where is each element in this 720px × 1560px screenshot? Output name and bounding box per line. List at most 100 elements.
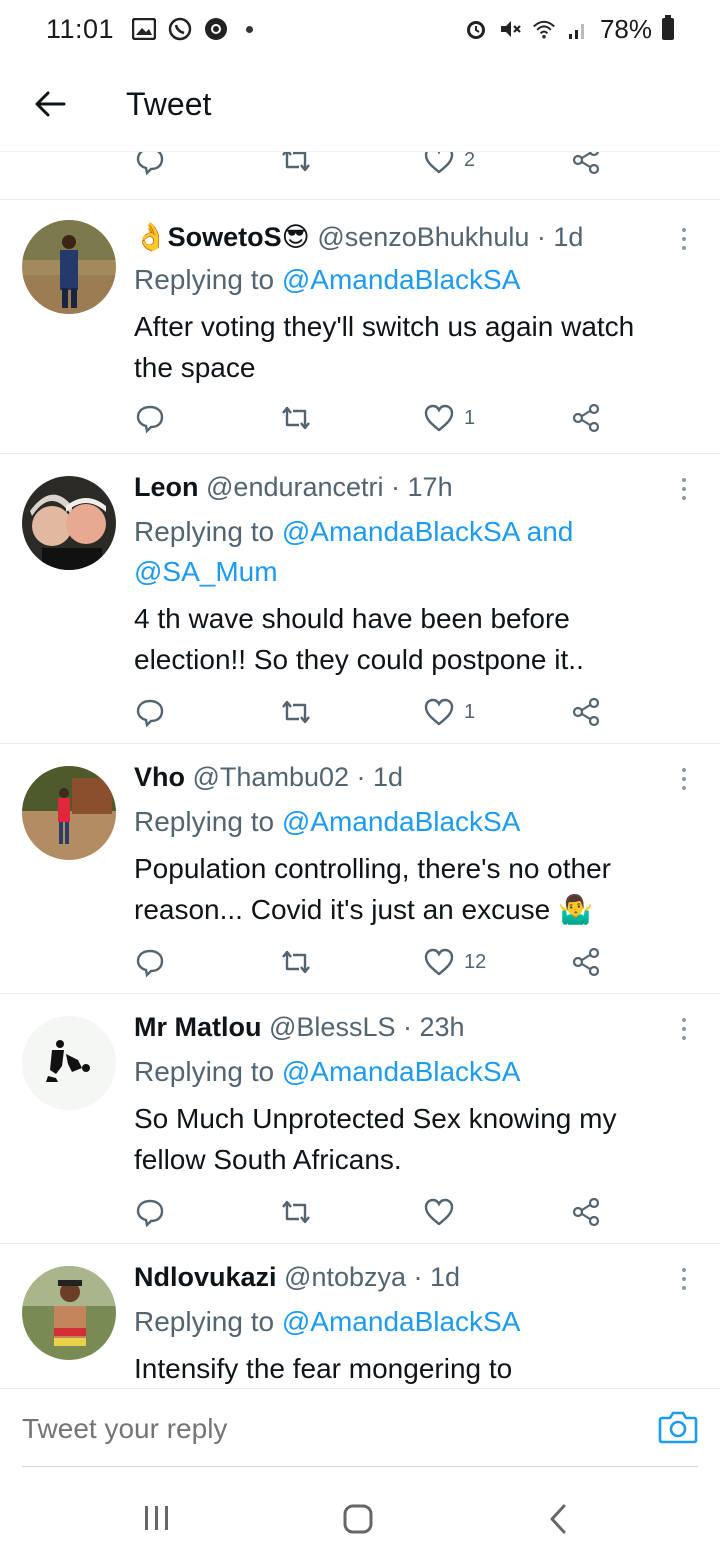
retweet-icon bbox=[282, 950, 310, 974]
tweet-header: 👌SowetoS😎 @senzoBhukhulu · 1d bbox=[134, 220, 583, 254]
reply-button[interactable] bbox=[134, 152, 166, 180]
reply-handle-link[interactable]: @AmandaBlackSA bbox=[282, 264, 521, 295]
tweet-text-line: fellow South Africans. bbox=[134, 1144, 402, 1175]
heart-icon bbox=[424, 948, 454, 976]
replying-to-line2: @SA_Mum bbox=[134, 552, 278, 592]
back-nav-button[interactable] bbox=[548, 1504, 568, 1539]
status-left: 11:01 bbox=[46, 14, 254, 45]
share-icon bbox=[572, 947, 600, 977]
chrome-icon bbox=[204, 17, 228, 41]
like-button[interactable]: 2 bbox=[424, 152, 475, 180]
display-name[interactable]: SowetoS😎 bbox=[168, 222, 310, 252]
tweet-header: Vho @Thambu02 · 1d bbox=[134, 760, 403, 794]
reply-handle-link[interactable]: @AmandaBlackSA bbox=[282, 1056, 521, 1087]
more-options-button[interactable] bbox=[674, 1014, 694, 1044]
home-button[interactable] bbox=[342, 1504, 374, 1539]
share-button[interactable] bbox=[572, 692, 602, 732]
tweet-text-line: reason... Covid it's just an excuse 🤷‍♂️ bbox=[134, 894, 593, 925]
tweet-text-line: So Much Unprotected Sex knowing my bbox=[134, 1103, 617, 1134]
like-button[interactable]: 1 bbox=[424, 692, 475, 732]
app-header: Tweet bbox=[0, 58, 720, 152]
retweet-button[interactable] bbox=[279, 692, 313, 732]
replying-to: Replying to @AmandaBlackSA bbox=[134, 1302, 520, 1342]
share-button[interactable] bbox=[572, 942, 602, 982]
tweet-reply[interactable]: Vho @Thambu02 · 1d Replying to @AmandaBl… bbox=[0, 744, 720, 994]
tweet-reply[interactable]: 👌SowetoS😎 @senzoBhukhulu · 1d Replying t… bbox=[0, 200, 720, 454]
user-handle[interactable]: @ntobzya bbox=[284, 1262, 406, 1292]
tweet-text-line: 4 th wave should have been before bbox=[134, 603, 570, 634]
share-icon bbox=[572, 403, 600, 433]
avatar[interactable] bbox=[22, 1266, 116, 1360]
reply-handle-link[interactable]: @AmandaBlackSA and bbox=[282, 516, 573, 547]
user-handle[interactable]: @senzoBhukhulu bbox=[317, 222, 529, 252]
like-count: 1 bbox=[464, 406, 476, 429]
avatar[interactable] bbox=[22, 1016, 116, 1110]
replying-to: Replying to @AmandaBlackSA bbox=[134, 802, 520, 842]
recent-apps-icon bbox=[145, 1506, 168, 1530]
user-handle[interactable]: @BlessLS bbox=[269, 1012, 395, 1042]
tweet-time: · 17h bbox=[391, 472, 453, 502]
replying-to: Replying to @AmandaBlackSA and bbox=[134, 512, 573, 552]
arrow-left-icon bbox=[35, 91, 66, 117]
more-options-button[interactable] bbox=[674, 764, 694, 794]
reply-button[interactable] bbox=[134, 692, 166, 732]
heart-icon bbox=[424, 404, 454, 432]
display-name[interactable]: Leon bbox=[134, 472, 199, 502]
recent-apps-button[interactable] bbox=[142, 1504, 172, 1537]
tweet-time: · 1d bbox=[536, 222, 584, 252]
display-name[interactable]: Mr Matlou bbox=[134, 1012, 262, 1042]
replying-to-label: Replying to bbox=[134, 264, 275, 295]
tweet-reply[interactable]: Leon @endurancetri · 17h Replying to @Am… bbox=[0, 454, 720, 744]
tweet-reply[interactable]: Mr Matlou @BlessLS · 23h Replying to @Am… bbox=[0, 994, 720, 1244]
tweet-feed[interactable]: 2 👌SowetoS😎 @senzoBhukhulu · 1d Replying… bbox=[0, 152, 720, 1388]
reply-handle-link[interactable]: @AmandaBlackSA bbox=[282, 1306, 521, 1337]
display-name[interactable]: Ndlovukazi bbox=[134, 1262, 277, 1292]
reply-button[interactable] bbox=[134, 1192, 166, 1232]
heart-icon bbox=[424, 698, 454, 726]
tweet-text-line: Intensify the fear mongering to bbox=[134, 1353, 513, 1384]
partial-tweet: 2 bbox=[0, 152, 720, 200]
more-options-button[interactable] bbox=[674, 474, 694, 504]
like-count: 12 bbox=[464, 950, 487, 973]
share-button[interactable] bbox=[572, 398, 602, 438]
tweet-text-line: Population controlling, there's no other bbox=[134, 853, 611, 884]
more-options-button[interactable] bbox=[674, 224, 694, 254]
action-row: 1 bbox=[134, 398, 614, 438]
comment-icon bbox=[136, 152, 164, 176]
avatar[interactable] bbox=[22, 476, 116, 570]
back-button[interactable] bbox=[30, 84, 70, 124]
tweet-text: 4 th wave should have been before electi… bbox=[134, 598, 704, 680]
tweet-emoji: 👌 bbox=[134, 222, 168, 252]
avatar[interactable] bbox=[22, 766, 116, 860]
retweet-button[interactable] bbox=[279, 942, 313, 982]
like-button[interactable]: 12 bbox=[424, 942, 486, 982]
reply-input[interactable] bbox=[22, 1413, 582, 1445]
retweet-icon bbox=[282, 700, 310, 724]
heart-icon bbox=[424, 1198, 454, 1226]
user-handle[interactable]: @Thambu02 bbox=[193, 762, 350, 792]
action-row: 12 bbox=[134, 942, 614, 982]
retweet-button[interactable] bbox=[279, 398, 313, 438]
alarm-icon bbox=[464, 17, 488, 41]
home-icon bbox=[343, 1504, 373, 1534]
reply-button[interactable] bbox=[134, 942, 166, 982]
system-nav-bar bbox=[0, 1468, 720, 1560]
tweet-header: Ndlovukazi @ntobzya · 1d bbox=[134, 1260, 460, 1294]
like-button[interactable] bbox=[424, 1192, 464, 1232]
camera-button[interactable] bbox=[658, 1409, 698, 1449]
more-options-button[interactable] bbox=[674, 1264, 694, 1294]
share-button[interactable] bbox=[572, 152, 602, 180]
retweet-button[interactable] bbox=[279, 1192, 313, 1232]
reply-handle-link[interactable]: @SA_Mum bbox=[134, 556, 278, 587]
reply-button[interactable] bbox=[134, 398, 166, 438]
reply-handle-link[interactable]: @AmandaBlackSA bbox=[282, 806, 521, 837]
retweet-button[interactable] bbox=[279, 152, 313, 180]
page-title: Tweet bbox=[126, 86, 212, 122]
display-name[interactable]: Vho bbox=[134, 762, 185, 792]
like-button[interactable]: 1 bbox=[424, 398, 475, 438]
avatar[interactable] bbox=[22, 220, 116, 314]
like-count: 2 bbox=[464, 152, 476, 171]
tweet-reply[interactable]: Ndlovukazi @ntobzya · 1d Replying to @Am… bbox=[0, 1244, 720, 1388]
share-button[interactable] bbox=[572, 1192, 602, 1232]
user-handle[interactable]: @endurancetri bbox=[206, 472, 384, 502]
